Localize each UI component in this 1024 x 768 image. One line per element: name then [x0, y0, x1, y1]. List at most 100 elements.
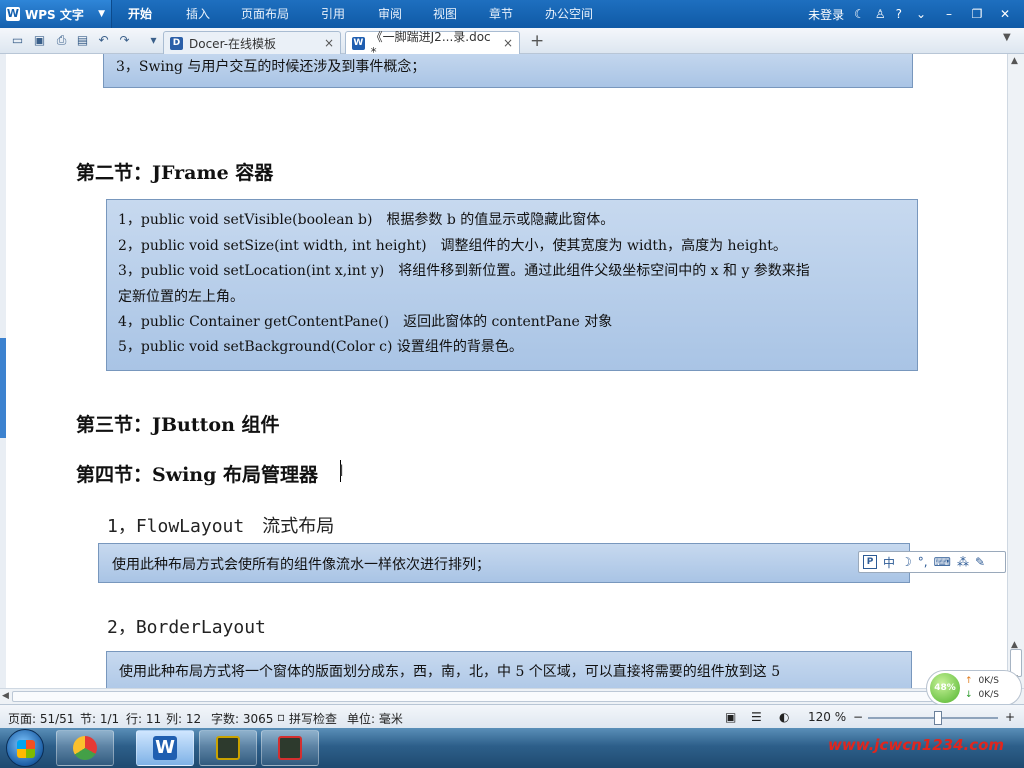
box-line: 5，public void setBackground(Color c) 设置组…: [118, 339, 523, 355]
taskbar-wps-writer[interactable]: W: [136, 730, 194, 766]
new-tab-plus-icon[interactable]: +: [530, 31, 544, 51]
colorful-app-icon: [73, 736, 97, 760]
tab-document[interactable]: W 《一脚踹进J2...录.doc * ×: [345, 30, 520, 59]
ime-tools-icon[interactable]: ⁂: [957, 555, 969, 569]
view-web-icon[interactable]: ◐: [779, 710, 789, 724]
keyboard-icon[interactable]: ⌨: [934, 555, 951, 569]
wps-writer-icon: W: [153, 736, 177, 760]
menu-insert[interactable]: 插入: [186, 0, 210, 28]
restore-icon[interactable]: ❐: [968, 7, 986, 21]
spell-check-icon[interactable]: ▫: [277, 710, 285, 724]
wps-doc-icon: W: [352, 36, 365, 50]
download-arrow-icon: ↓: [965, 690, 973, 700]
horizontal-scrollbar[interactable]: ◀: [0, 688, 1024, 704]
help-button[interactable]: ?: [896, 7, 902, 21]
content-box: 3，Swing 与用户交互的时候还涉及到事件概念；: [103, 54, 913, 88]
upload-speed: ↑ 0K/S: [965, 676, 999, 686]
box-line: 1，public void setVisible(boolean b) 根据参数…: [118, 212, 615, 228]
document-page[interactable]: 3，Swing 与用户交互的时候还涉及到事件概念； 第二节：JFrame 容器 …: [0, 54, 1007, 688]
quick-access-dropdown-icon[interactable]: ▾: [146, 33, 161, 48]
view-outline-icon[interactable]: ☰: [751, 710, 762, 724]
scroll-up-icon[interactable]: ▲: [1011, 56, 1018, 66]
borderlayout-box: 使用此种布局方式将一个窗体的版面划分成东，西，南，北，中 5 个区域，可以直接将…: [106, 651, 912, 688]
network-speed-widget[interactable]: 48% ↑ 0K/S ↓ 0K/S: [926, 670, 1022, 706]
status-unit[interactable]: 单位: 毫米: [347, 710, 403, 727]
punctuation-icon[interactable]: °,: [918, 555, 928, 569]
taskbar-recorder-2[interactable]: [261, 730, 319, 766]
print-icon[interactable]: ⎙: [54, 33, 69, 48]
menu-page-layout[interactable]: 页面布局: [241, 0, 289, 28]
skin-icon[interactable]: ☾: [854, 7, 865, 21]
close-icon[interactable]: ✕: [996, 7, 1014, 21]
menu-references[interactable]: 引用: [321, 0, 345, 28]
scroll-left-icon[interactable]: ◀: [2, 691, 9, 701]
zoom-in-icon[interactable]: +: [1005, 710, 1015, 724]
heading-section-3: 第三节：JButton 组件: [76, 414, 280, 436]
download-speed: ↓ 0K/S: [965, 690, 999, 700]
vertical-scrollbar[interactable]: ▲ ▲ ▼: [1007, 54, 1024, 688]
menu-bar: W WPS 文字 ▼ 开始 插入 页面布局 引用 审阅 视图 章节 办公空间 未…: [0, 0, 1024, 28]
ribbon-collapse-icon[interactable]: ⌄: [912, 7, 930, 21]
tab-bar: ▭ ▣ ⎙ ▤ ↶ ↷ ▾ D Docer-在线模板 × W 《一脚踹进J2..…: [0, 28, 1024, 59]
scroll-up-icon[interactable]: ▲: [1011, 640, 1018, 650]
ime-language-toggle[interactable]: 中: [883, 554, 895, 571]
status-bar: 页面: 51/51 节: 1/1 行: 11 列: 12 字数: 3065 ▫ …: [0, 704, 1024, 728]
moon-icon[interactable]: ☽: [901, 555, 912, 569]
menu-office-space[interactable]: 办公空间: [545, 0, 593, 28]
zoom-slider-track[interactable]: [868, 717, 998, 719]
print-preview-icon[interactable]: ▤: [75, 33, 90, 48]
undo-icon[interactable]: ↶: [96, 33, 111, 48]
wrench-icon[interactable]: ✎: [975, 555, 985, 569]
navigation-pane-handle[interactable]: [0, 338, 6, 438]
view-page-icon[interactable]: ▣: [725, 710, 736, 724]
taskbar-app-1[interactable]: [56, 730, 114, 766]
windows-logo-icon: [17, 740, 35, 758]
docer-icon: D: [170, 36, 183, 50]
heading-section-2: 第二节：JFrame 容器: [76, 162, 274, 184]
status-section: 节: 1/1: [80, 712, 120, 726]
box-line: 使用此种布局方式会使所有的组件像流水一样依次进行排列；: [112, 557, 490, 573]
status-row: 行: 11: [126, 712, 162, 726]
ime-logo-icon[interactable]: P: [863, 555, 877, 569]
recorder-icon: [216, 736, 240, 760]
box-line: 使用此种布局方式将一个窗体的版面划分成东，西，南，北，中 5 个区域，可以直接将…: [119, 664, 781, 680]
minimize-icon[interactable]: –: [940, 7, 958, 21]
memory-usage-gauge: 48%: [930, 673, 960, 703]
status-page[interactable]: 页面: 51/51: [8, 710, 74, 727]
ime-toolbar[interactable]: P 中 ☽ °, ⌨ ⁂ ✎: [858, 551, 1006, 573]
box-line: 3，public void setLocation(int x,int y) 将…: [118, 263, 810, 279]
heading-section-4: 第四节：Swing 布局管理器: [76, 464, 319, 486]
box-line: 2，public void setSize(int width, int hei…: [118, 238, 787, 254]
subheading-flowlayout: 1，FlowLayout 流式布局: [107, 516, 335, 537]
zoom-out-icon[interactable]: −: [853, 710, 863, 724]
zoom-level[interactable]: 120 %: [808, 710, 846, 724]
menu-start[interactable]: 开始: [128, 0, 152, 28]
status-spell-check[interactable]: 拼写检查: [289, 710, 337, 727]
login-link[interactable]: 未登录: [808, 6, 844, 23]
taskbar-recorder[interactable]: [199, 730, 257, 766]
shirt-icon[interactable]: ♙: [875, 7, 886, 21]
close-tab-icon[interactable]: ×: [503, 36, 513, 50]
status-word-count[interactable]: 字数: 3065: [211, 710, 273, 727]
recorder-icon: [278, 736, 302, 760]
menu-review[interactable]: 审阅: [378, 0, 402, 28]
tab-list-dropdown-icon[interactable]: ▼: [1003, 32, 1011, 43]
menu-chapter[interactable]: 章节: [489, 0, 513, 28]
redo-icon[interactable]: ↷: [117, 33, 132, 48]
start-button[interactable]: [6, 729, 44, 767]
box-line: 4，public Container getContentPane() 返回此窗…: [118, 314, 613, 330]
app-name: WPS 文字: [25, 7, 84, 22]
tab-docer-templates[interactable]: D Docer-在线模板 ×: [163, 31, 341, 54]
wps-logo-icon: W: [6, 7, 20, 21]
ibeam-cursor-icon: I: [339, 461, 344, 480]
box-line: 定新位置的左上角。: [118, 289, 244, 305]
tab-label: Docer-在线模板: [189, 36, 277, 51]
save-icon[interactable]: ▣: [32, 33, 47, 48]
zoom-slider-thumb[interactable]: [934, 711, 942, 725]
box-line: 3，Swing 与用户交互的时候还涉及到事件概念；: [116, 59, 426, 75]
wps-app-menu-button[interactable]: W WPS 文字 ▼: [0, 0, 112, 28]
horizontal-scroll-thumb[interactable]: [12, 691, 1000, 702]
close-tab-icon[interactable]: ×: [324, 36, 334, 50]
menu-view[interactable]: 视图: [433, 0, 457, 28]
open-folder-icon[interactable]: ▭: [10, 33, 25, 48]
